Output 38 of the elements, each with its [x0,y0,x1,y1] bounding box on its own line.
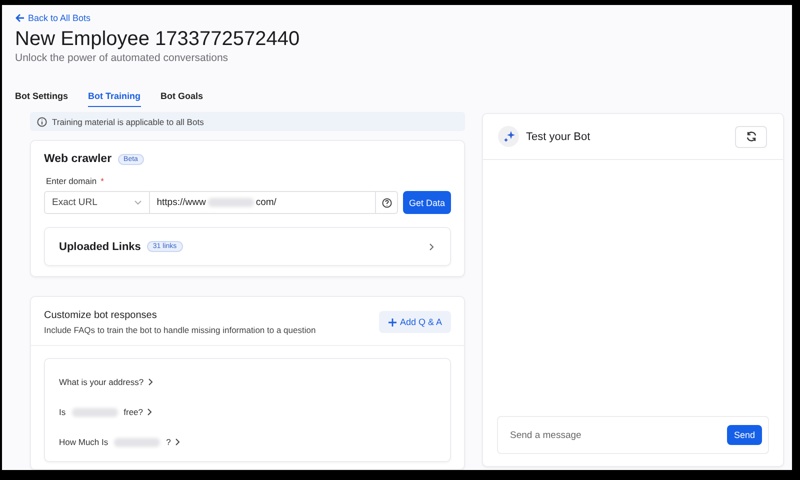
required-mark: * [100,176,104,186]
url-field[interactable]: https://www com/ [150,191,376,214]
arrow-left-icon [15,13,25,23]
chevron-down-icon [134,200,142,205]
redacted-text [72,408,118,416]
refresh-button[interactable] [735,126,767,148]
section-title: Uploaded Links [59,240,141,252]
question-item[interactable]: What is your address? [45,367,450,397]
sparkle-icon [502,130,516,144]
tab[interactable]: Bot Training [88,89,140,107]
page-title: New Employee 1733772572440 [15,27,301,51]
get-data-button[interactable]: Get Data [402,191,451,214]
info-icon [37,116,47,126]
chevron-right-icon [148,378,153,386]
tab[interactable]: Bot Goals [160,89,204,107]
match-type-select[interactable]: Exact URL [44,191,150,214]
panel-title: Test your Bot [526,130,590,142]
add-qa-button[interactable]: Add Q & A [378,311,451,333]
card-title: Web crawler [44,153,112,165]
card-title: Customize bot responses [44,310,158,321]
help-icon [382,198,392,208]
chevron-right-icon [147,408,152,416]
tab[interactable]: Bot Settings [15,89,68,107]
send-button[interactable]: Send [727,425,762,445]
redacted-text [114,438,160,446]
chevron-right-icon [429,242,434,250]
redacted-text [208,198,254,207]
question-item[interactable]: Is free? [45,397,450,427]
page-subtitle: Unlock the power of automated conversations [15,52,230,64]
plus-icon [388,318,397,326]
card-description: Include FAQs to train the bot to handle missing information to a question [44,325,316,335]
message-field[interactable]: Send a message Send [497,416,769,454]
chevron-right-icon [174,438,180,446]
back-link[interactable]: Back to All Bots [15,13,91,23]
info-text: Training material is applicable to all Bots [52,116,204,126]
refresh-icon [746,131,756,142]
question-item[interactable]: How Much Is ? [45,427,450,457]
field-label: Enter domain [46,176,97,186]
